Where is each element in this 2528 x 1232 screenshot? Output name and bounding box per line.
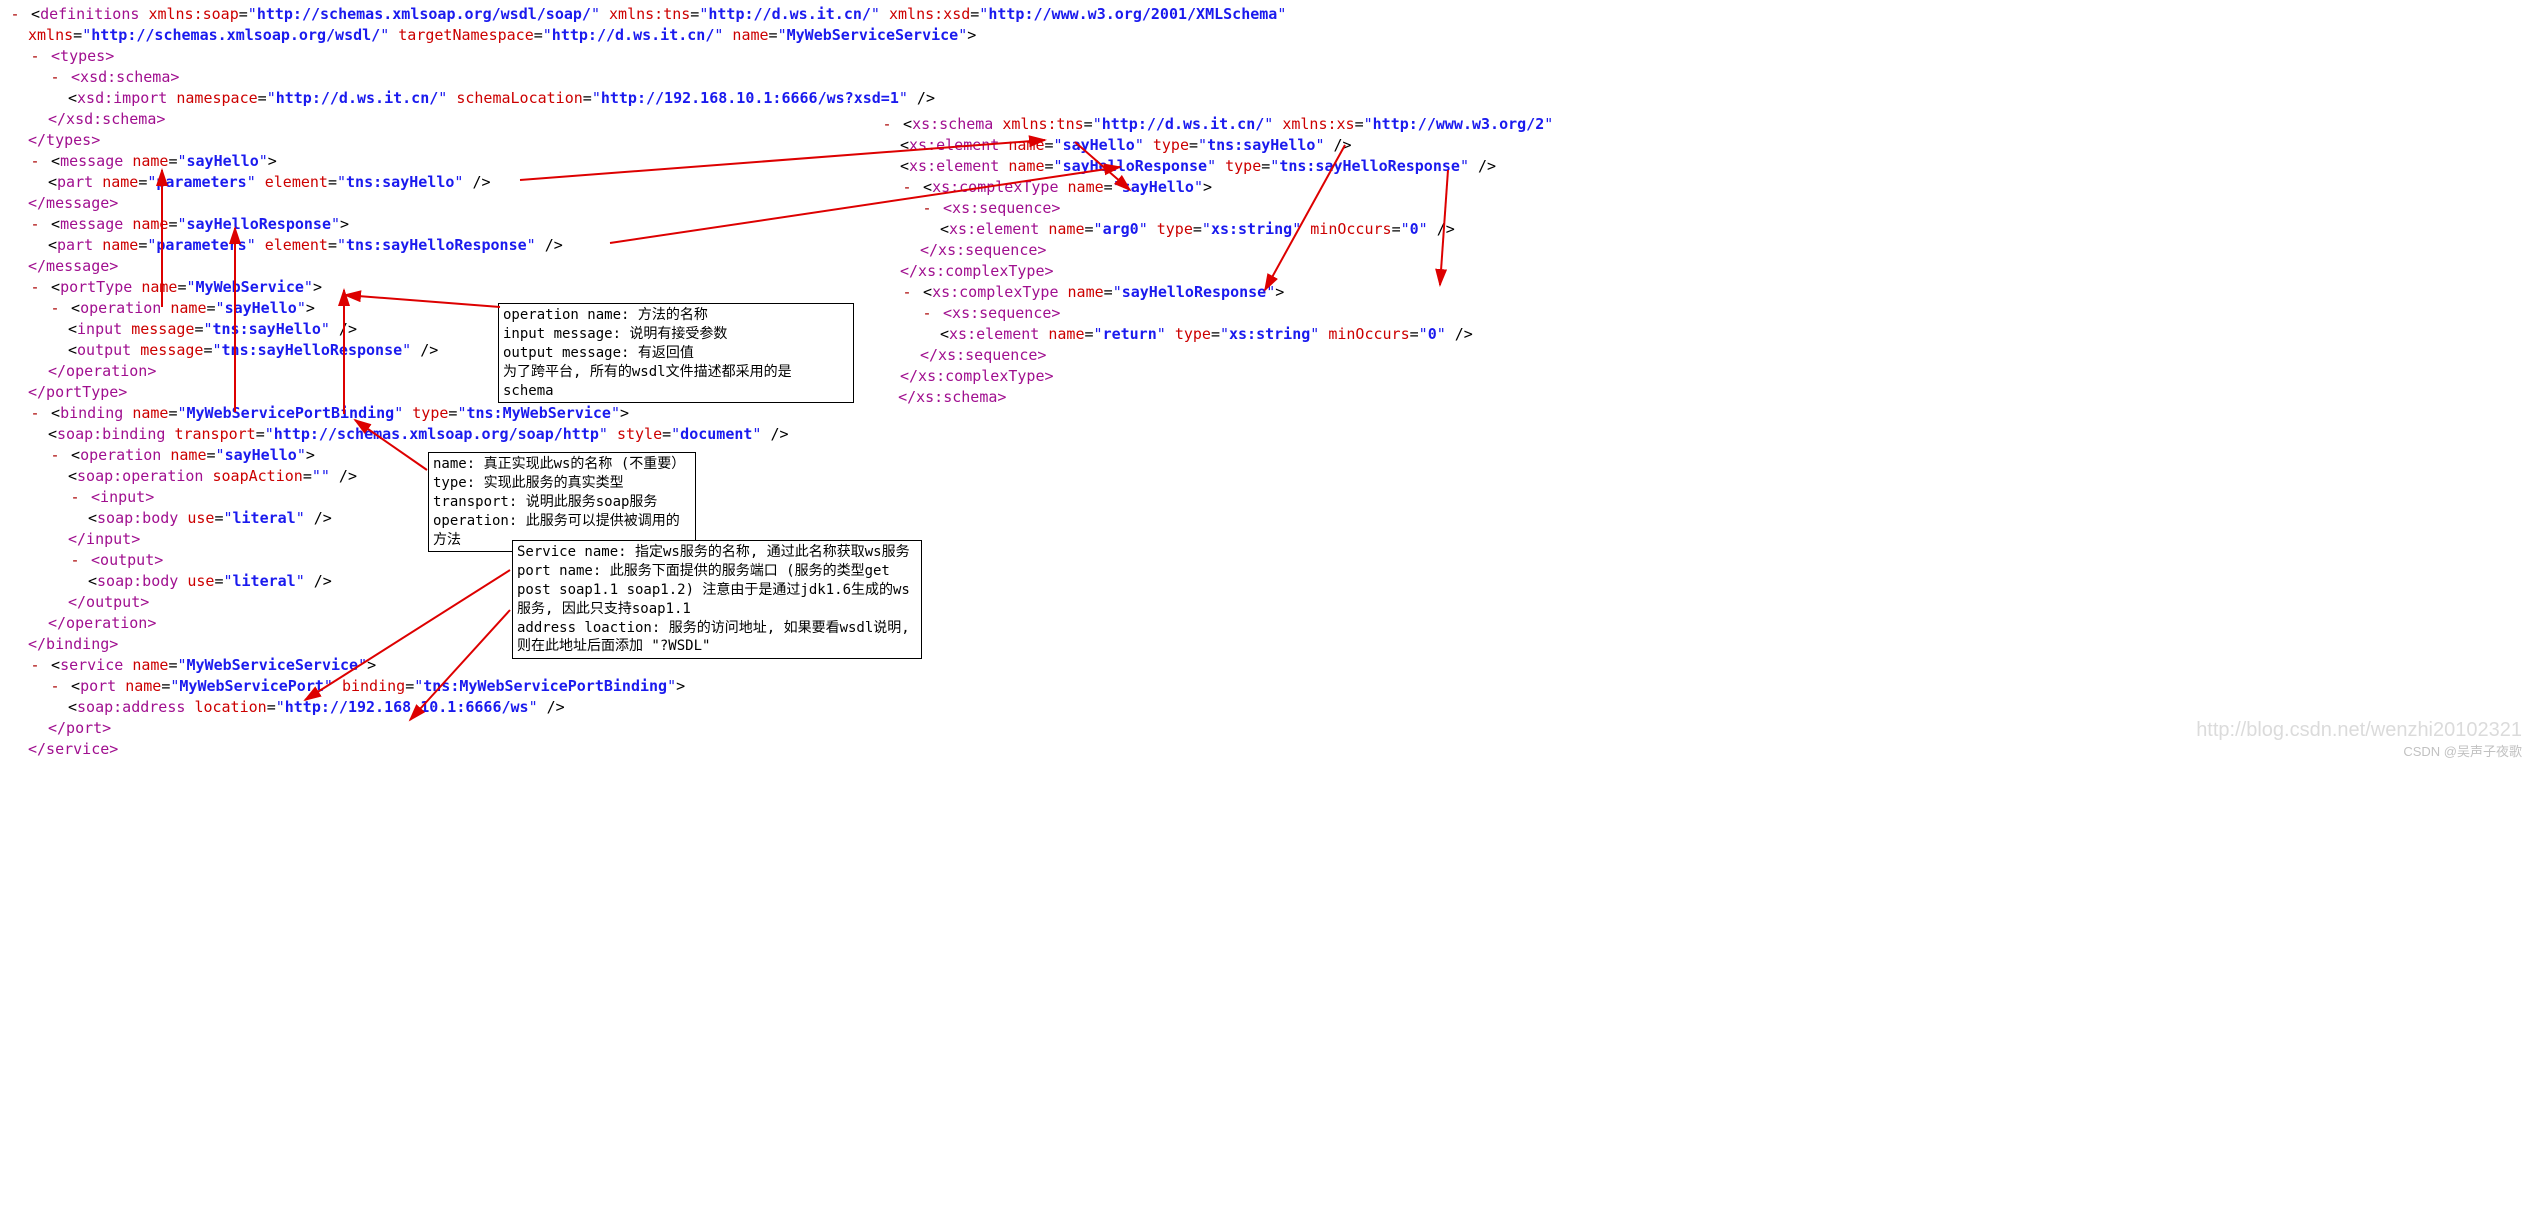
xsd-schema-open: - <xsd:schema> [8,67,2520,88]
note-line: output message: 有返回值 [503,344,849,363]
soap-address: <soap:address location="http://192.168.1… [8,697,2520,718]
service-open: - <service name="MyWebServiceService"> [8,655,2520,676]
toggle-icon[interactable]: - [48,445,62,466]
toggle-icon[interactable]: - [900,282,914,303]
note-line: port name: 此服务下面提供的服务端口 (服务的类型get post s… [517,562,917,619]
xs-schema-close: </xs:schema> [880,387,1580,408]
soap-operation: <soap:operation soapAction="" /> [8,466,2520,487]
port-open: - <port name="MyWebServicePort" binding=… [8,676,2520,697]
binding-output-open: - <output> [8,550,2520,571]
soap-binding: <soap:binding transport="http://schemas.… [8,424,2520,445]
toggle-icon[interactable]: - [900,177,914,198]
xs-ct2-open: - <xs:complexType name="sayHelloResponse… [880,282,1580,303]
toggle-icon[interactable]: - [920,303,934,324]
port-close: </port> [8,718,2520,739]
toggle-icon[interactable]: - [880,114,894,135]
toggle-icon[interactable]: - [68,487,82,508]
types-open: - <types> [8,46,2520,67]
xs-ct1-close: </xs:complexType> [880,261,1580,282]
watermark-url: http://blog.csdn.net/wenzhi20102321 [2196,719,2522,742]
xs-el-sayhello: <xs:element name="sayHello" type="tns:sa… [880,135,1580,156]
definitions-open: - <definitions xmlns:soap="http://schema… [8,4,2520,25]
note-line: type: 实现此服务的真实类型 [433,474,691,493]
xs-seq1-open: - <xs:sequence> [880,198,1580,219]
binding-close: </binding> [8,634,2520,655]
service-close: </service> [8,739,2520,760]
toggle-icon[interactable]: - [28,403,42,424]
toggle-icon[interactable]: - [28,46,42,67]
note-line: operation name: 方法的名称 [503,306,849,325]
binding-op-close: </operation> [8,613,2520,634]
note-service: Service name: 指定ws服务的名称, 通过此名称获取ws服务 por… [512,540,922,659]
note-binding: name: 真正实现此ws的名称 (不重要） type: 实现此服务的真实类型 … [428,452,696,552]
binding-input-open: - <input> [8,487,2520,508]
xs-ct2-close: </xs:complexType> [880,366,1580,387]
xs-el-resp: <xs:element name="sayHelloResponse" type… [880,156,1580,177]
note-operation: operation name: 方法的名称 input message: 说明有… [498,303,854,403]
note-line: input message: 说明有接受参数 [503,325,849,344]
toggle-icon[interactable]: - [8,4,22,25]
soap-body-1: <soap:body use="literal" /> [8,508,2520,529]
note-line: 为了跨平台, 所有的wsdl文件描述都采用的是 schema [503,363,849,401]
xsd-pane: - <xs:schema xmlns:tns="http://d.ws.it.c… [880,114,1580,408]
toggle-icon[interactable]: - [48,676,62,697]
toggle-icon[interactable]: - [28,277,42,298]
toggle-icon[interactable]: - [28,151,42,172]
toggle-icon[interactable]: - [68,550,82,571]
toggle-icon[interactable]: - [28,214,42,235]
xs-arg0: <xs:element name="arg0" type="xs:string"… [880,219,1580,240]
toggle-icon[interactable]: - [28,655,42,676]
xs-seq1-close: </xs:sequence> [880,240,1580,261]
note-line: transport: 说明此服务soap服务 [433,493,691,512]
note-line: name: 真正实现此ws的名称 (不重要） [433,455,691,474]
binding-op-open: - <operation name="sayHello"> [8,445,2520,466]
binding-input-close: </input> [8,529,2520,550]
xs-seq2-close: </xs:sequence> [880,345,1580,366]
definitions-open-2: xmlns="http://schemas.xmlsoap.org/wsdl/"… [8,25,2520,46]
toggle-icon[interactable]: - [48,67,62,88]
xsd-import: <xsd:import namespace="http://d.ws.it.cn… [8,88,2520,109]
note-line: Service name: 指定ws服务的名称, 通过此名称获取ws服务 [517,543,917,562]
xs-seq2-open: - <xs:sequence> [880,303,1580,324]
binding-output-close: </output> [8,592,2520,613]
note-line: address loaction: 服务的访问地址, 如果要看wsdl说明, 则… [517,619,917,657]
toggle-icon[interactable]: - [48,298,62,319]
soap-body-2: <soap:body use="literal" /> [8,571,2520,592]
xs-schema-open: - <xs:schema xmlns:tns="http://d.ws.it.c… [880,114,1580,135]
toggle-icon[interactable]: - [920,198,934,219]
watermark-author: CSDN @吴声子夜歌 [2403,741,2522,760]
xs-ct1-open: - <xs:complexType name="sayHello"> [880,177,1580,198]
xs-return: <xs:element name="return" type="xs:strin… [880,324,1580,345]
